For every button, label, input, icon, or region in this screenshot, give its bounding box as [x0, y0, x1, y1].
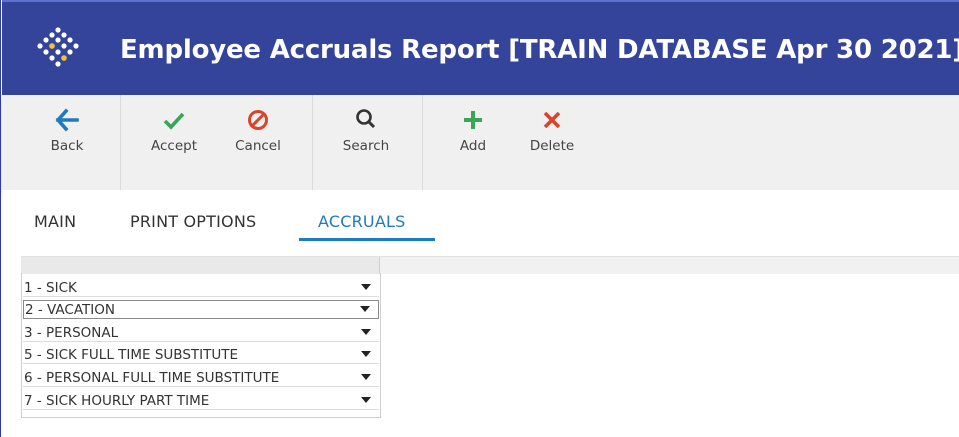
delete-button[interactable]: Delete: [522, 107, 582, 167]
accrual-row-sick-full-time-substitute[interactable]: 5 - SICK FULL TIME SUBSTITUTE: [23, 346, 379, 364]
title-bar: Employee Accruals Report [TRAIN DATABASE…: [2, 0, 959, 95]
toolbar-separator: [422, 95, 423, 190]
grid-header: [21, 256, 959, 274]
arrow-left-icon: [55, 108, 79, 132]
chevron-down-icon[interactable]: [361, 284, 371, 290]
chevron-down-icon[interactable]: [361, 329, 371, 335]
accrual-code-label: 1 - SICK: [24, 280, 77, 296]
toolbar-separator: [120, 95, 121, 190]
magnifier-icon: [356, 109, 376, 129]
page-title: Employee Accruals Report [TRAIN DATABASE…: [120, 35, 959, 65]
cancel-button[interactable]: Cancel: [228, 107, 288, 167]
accrual-code-label: 7 - SICK HOURLY PART TIME: [24, 393, 210, 409]
accrual-row-personal[interactable]: 3 - PERSONAL: [23, 324, 379, 342]
plus-icon: [464, 111, 482, 129]
tab-print-options[interactable]: PRINT OPTIONS: [130, 212, 256, 231]
chevron-down-icon[interactable]: [361, 374, 371, 380]
search-label: Search: [342, 138, 390, 154]
prohibited-icon: [248, 110, 268, 130]
accrual-row-sick-hourly-part-time[interactable]: 7 - SICK HOURLY PART TIME: [23, 392, 379, 410]
cancel-label: Cancel: [235, 138, 281, 154]
accrual-row-vacation[interactable]: 2 - VACATION: [23, 300, 379, 319]
checkmark-icon: [163, 112, 185, 130]
add-label: Add: [459, 138, 487, 154]
active-tab-indicator: [299, 238, 435, 241]
back-button[interactable]: Back: [42, 107, 92, 167]
chevron-down-icon[interactable]: [361, 397, 371, 403]
app-window: Employee Accruals Report [TRAIN DATABASE…: [0, 0, 959, 437]
accrual-code-label: 6 - PERSONAL FULL TIME SUBSTITUTE: [24, 370, 280, 386]
toolbar-separator: [312, 95, 313, 190]
accept-button[interactable]: Accept: [144, 107, 204, 167]
grid-column-header[interactable]: [21, 257, 380, 274]
accrual-code-label: 5 - SICK FULL TIME SUBSTITUTE: [24, 347, 239, 363]
accept-label: Accept: [150, 138, 197, 154]
accrual-code-label: 2 - VACATION: [25, 302, 115, 318]
accrual-row-personal-full-time-substitute[interactable]: 6 - PERSONAL FULL TIME SUBSTITUTE: [23, 369, 379, 387]
add-button[interactable]: Add: [450, 107, 496, 167]
chevron-down-icon[interactable]: [361, 351, 371, 357]
back-label: Back: [50, 138, 84, 154]
delete-label: Delete: [529, 138, 575, 154]
tab-main[interactable]: MAIN: [34, 212, 76, 231]
x-icon: [543, 111, 561, 129]
chevron-down-icon[interactable]: [360, 306, 370, 312]
tab-accruals[interactable]: ACCRUALS: [318, 212, 405, 231]
accrual-row-sick[interactable]: 1 - SICK: [23, 279, 379, 297]
accrual-code-label: 3 - PERSONAL: [24, 325, 119, 341]
search-button[interactable]: Search: [336, 107, 396, 167]
tab-strip: MAIN PRINT OPTIONS ACCRUALS: [2, 190, 959, 245]
dotted-diamond-logo-icon: [37, 27, 79, 67]
toolbar: Back Accept Cancel Search Add Delete: [2, 95, 959, 191]
